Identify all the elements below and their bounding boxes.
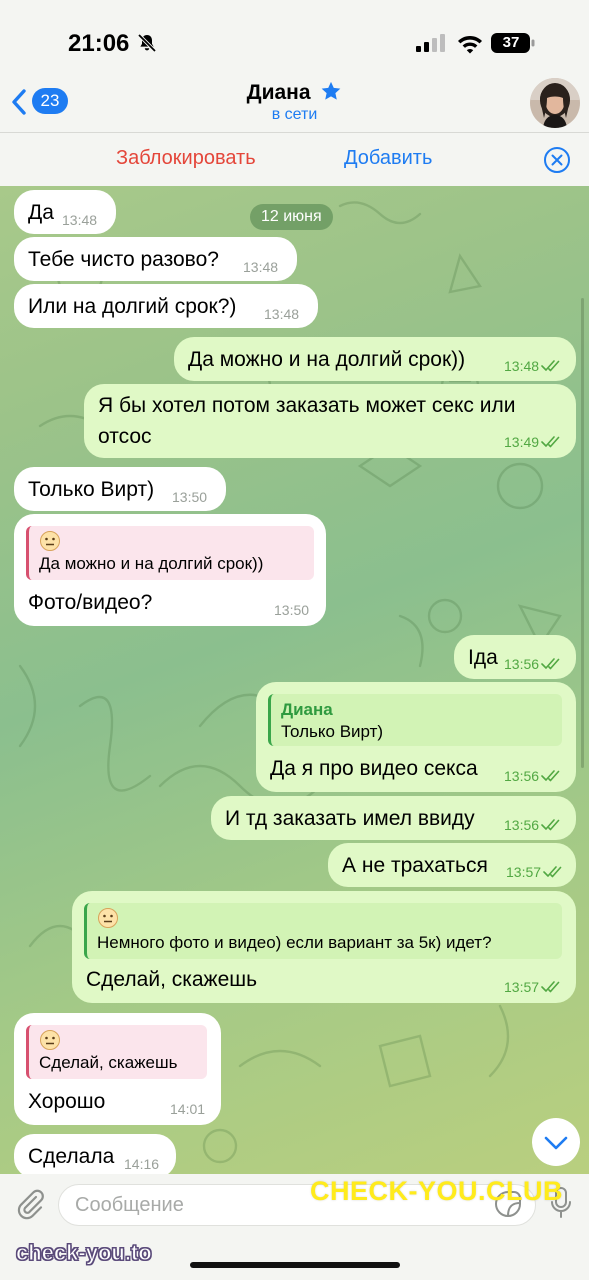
message-text: Да — [28, 201, 54, 224]
home-indicator[interactable] — [190, 1262, 400, 1268]
message-time: 13:48 — [243, 259, 279, 275]
message-text: И тд заказать имел ввиду — [225, 807, 475, 830]
outgoing-message[interactable]: Да можно и на долгий срок)) 13:48 — [174, 337, 576, 381]
wifi-icon — [458, 36, 482, 54]
outgoing-message[interactable]: Немного фото и видео) если вариант за 5к… — [72, 891, 576, 1003]
close-icon[interactable] — [543, 146, 571, 174]
message-time: 13:56 — [504, 817, 540, 833]
chat-header: 23 Диана в сети — [0, 78, 589, 132]
message-text: Сделай, скажешь — [86, 968, 258, 991]
scroll-indicator[interactable] — [581, 298, 584, 768]
avatar-photo — [530, 78, 580, 128]
message-time: 14:16 — [124, 1156, 160, 1172]
outgoing-message[interactable]: Я бы хотел потом заказать может секс или… — [84, 384, 576, 458]
star-icon — [322, 81, 341, 100]
status-time: 21:06 — [68, 30, 130, 57]
message-text: Хорошо — [28, 1090, 106, 1113]
message-time: 13:50 — [274, 602, 310, 618]
add-contact-button[interactable]: Добавить — [344, 147, 432, 170]
message-time: 13:49 — [504, 434, 540, 450]
outgoing-message[interactable]: Диана Только Вирт) Да я про видео секса … — [256, 682, 576, 792]
outgoing-message[interactable]: А не трахаться 13:57 — [328, 843, 576, 887]
neutral-face-icon — [98, 908, 118, 928]
incoming-message[interactable]: Сделала 14:16 — [14, 1134, 176, 1174]
double-check-icon — [541, 981, 560, 993]
message-text: Да можно и на долгий срок)) — [188, 348, 466, 371]
message-text: А не трахаться — [342, 854, 488, 877]
reply-text: Сделай, скажешь — [39, 1053, 178, 1072]
message-time: 13:57 — [504, 979, 540, 995]
input-bar: CHECK-YOU.CLUB check-you.to — [0, 1174, 589, 1280]
message-text-line-1: Я бы хотел потом заказать может секс или — [98, 394, 516, 417]
double-check-icon — [541, 819, 560, 831]
message-text: Тебе чисто разово? — [28, 248, 219, 271]
message-text: Я бы хотел потом заказать может секс или… — [98, 390, 515, 452]
message-meta: 13:57 — [504, 979, 561, 995]
message-time: 13:56 — [504, 768, 540, 784]
message-meta: 13:56 — [504, 768, 561, 784]
message-text: Или на долгий срок?) — [28, 295, 237, 318]
block-button[interactable]: Заблокировать — [116, 147, 256, 170]
double-check-icon — [543, 866, 562, 878]
message-time: 13:57 — [506, 864, 542, 880]
message-time: 13:50 — [172, 489, 208, 505]
chat-area[interactable]: 12 июня Да 13:48 Тебе чисто разово? 13:4… — [0, 186, 589, 1174]
message-text-line-2: отсос — [98, 425, 152, 448]
reply-quote[interactable]: Диана Только Вирт) — [268, 694, 562, 746]
status-bar: 21:06 37 — [0, 0, 589, 78]
message-meta: 13:48 — [504, 358, 561, 374]
reply-text: Только Вирт) — [281, 722, 384, 741]
contact-name: Диана — [246, 81, 311, 104]
incoming-message[interactable]: Сделай, скажешь Хорошо 14:01 — [14, 1013, 221, 1125]
message-meta: 13:57 — [506, 864, 563, 880]
double-check-icon — [541, 658, 560, 670]
message-meta: 13:56 — [504, 817, 561, 833]
incoming-message[interactable]: Да можно и на долгий срок)) Фото/видео? … — [14, 514, 326, 626]
reply-text: Да можно и на долгий срок)) — [39, 554, 264, 573]
message-text: Сделала — [28, 1145, 115, 1168]
message-time: 14:01 — [170, 1101, 206, 1117]
action-bar: Заблокировать Добавить — [0, 132, 589, 186]
outgoing-message[interactable]: И тд заказать имел ввиду 13:56 — [211, 796, 576, 840]
reply-quote[interactable]: Немного фото и видео) если вариант за 5к… — [84, 903, 562, 959]
message-text: Іда — [468, 646, 498, 669]
message-time: 13:48 — [504, 358, 540, 374]
cellular-signal-icon — [416, 34, 445, 52]
message-text: Да я про видео секса — [270, 757, 478, 780]
contact-status: в сети — [271, 106, 318, 123]
incoming-message[interactable]: Тебе чисто разово? 13:48 — [14, 237, 297, 281]
watermark-top: CHECK-YOU.CLUB — [310, 1176, 563, 1206]
double-check-icon — [541, 436, 560, 448]
incoming-message[interactable]: Только Вирт) 13:50 — [14, 467, 226, 511]
message-time: 13:56 — [504, 656, 540, 672]
avatar[interactable] — [530, 78, 580, 128]
message-time: 13:48 — [62, 212, 98, 228]
reply-author: Диана — [281, 700, 333, 719]
message-text: Фото/видео? — [28, 591, 153, 614]
reply-quote[interactable]: Сделай, скажешь — [26, 1025, 207, 1079]
double-check-icon — [541, 770, 560, 782]
neutral-face-icon — [40, 1030, 60, 1050]
incoming-message[interactable]: Да 13:48 — [14, 190, 116, 234]
date-separator: 12 июня — [250, 204, 333, 230]
watermark-bottom: check-you.to — [16, 1240, 153, 1266]
message-time: 13:48 — [264, 306, 300, 322]
reply-text: Немного фото и видео) если вариант за 5к… — [97, 933, 492, 952]
neutral-face-icon — [40, 531, 60, 551]
battery-level: 37 — [502, 34, 520, 51]
outgoing-message[interactable]: Іда 13:56 — [454, 635, 576, 679]
message-text: Только Вирт) — [28, 478, 155, 501]
incoming-message[interactable]: Или на долгий срок?) 13:48 — [14, 284, 318, 328]
message-meta: 13:49 — [504, 434, 561, 450]
attachment-icon[interactable] — [14, 1188, 44, 1220]
chevron-down-icon — [544, 1136, 568, 1150]
reply-quote[interactable]: Да можно и на долгий срок)) — [26, 526, 314, 580]
message-meta: 13:56 — [504, 656, 561, 672]
contact-name-row[interactable]: Диана — [0, 80, 589, 105]
bell-muted-icon — [137, 33, 157, 53]
double-check-icon — [541, 360, 560, 372]
scroll-down-button[interactable] — [532, 1118, 580, 1166]
